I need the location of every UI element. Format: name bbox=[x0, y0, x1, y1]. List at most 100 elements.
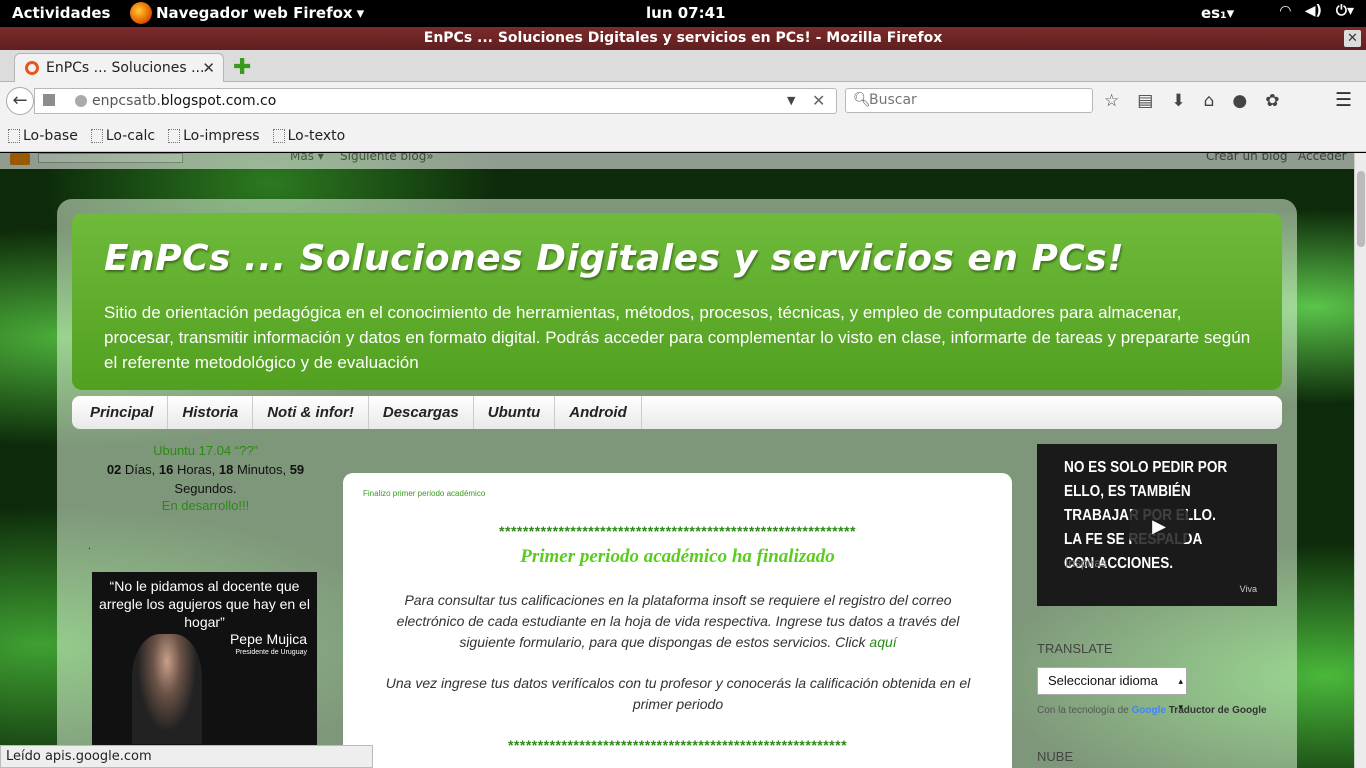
url-text[interactable]: enpcsatb.blogspot.com.co bbox=[92, 93, 276, 109]
window-close-button[interactable]: ✕ bbox=[1344, 30, 1361, 47]
form-link[interactable]: aquí bbox=[869, 634, 896, 650]
google-translate-link[interactable]: Traductor de Google bbox=[1166, 705, 1267, 716]
tab-principal[interactable]: Principal bbox=[72, 396, 169, 429]
blogger-search-input[interactable] bbox=[38, 153, 183, 163]
page-icon bbox=[43, 94, 55, 106]
navigation-toolbar: ← enpcsatb.blogspot.com.co ▼ ✕ 🔍︎ ☆ ▤ ⬇ … bbox=[0, 82, 1366, 120]
blog-tabs: Principal Historia Noti & infor! Descarg… bbox=[72, 396, 1282, 429]
bookmark-star-icon[interactable]: ☆ bbox=[1104, 91, 1119, 111]
bookmark-item[interactable]: Lo-calc bbox=[90, 128, 155, 144]
tab-historia[interactable]: Historia bbox=[168, 396, 254, 429]
blogger-navbar: Más ▾ Siguiente blog» Crear un blog Acce… bbox=[0, 153, 1354, 169]
tab-noti-infor[interactable]: Noti & infor! bbox=[253, 396, 369, 429]
app-menu[interactable]: Navegador web Firefox ▾ bbox=[130, 2, 364, 24]
countdown-minutes-label: Minutos, bbox=[233, 462, 290, 477]
new-tab-button[interactable]: ✚ bbox=[233, 55, 251, 80]
url-prefix: enpcsatb. bbox=[92, 93, 161, 109]
post-body-2: Una vez ingrese tus datos verifícalos co… bbox=[385, 675, 971, 712]
scrollbar-thumb[interactable] bbox=[1357, 171, 1365, 247]
video-embed[interactable]: NO ES SOLO PEDIR POR ELLO, ES TAMBIÉN TR… bbox=[1037, 444, 1277, 606]
tab-ubuntu[interactable]: Ubuntu bbox=[474, 396, 556, 429]
system-tray[interactable]: ◠ ◀) ⏻▾ bbox=[1280, 3, 1354, 19]
chat-icon[interactable]: ● bbox=[1232, 91, 1247, 111]
bookmark-item[interactable]: Lo-texto bbox=[272, 128, 345, 144]
system-top-bar: Actividades Navegador web Firefox ▾ lun … bbox=[0, 0, 1366, 27]
countdown-text: 02 Días, 16 Horas, 18 Minutos, 59 Segund… bbox=[88, 460, 323, 498]
tab-label: EnPCs ... Soluciones ... bbox=[46, 60, 205, 76]
hamburger-menu-icon[interactable]: ☰ bbox=[1335, 89, 1352, 111]
next-blog-link[interactable]: Siguiente blog» bbox=[340, 153, 434, 163]
post-breadcrumb[interactable]: Finalizo primer periodo académico bbox=[363, 489, 485, 498]
quote-role: Presidente de Uruguay bbox=[235, 649, 307, 656]
tab-strip: EnPCs ... Soluciones ... ✕ ✚ bbox=[0, 50, 1366, 82]
countdown-seconds-label: Segundos. bbox=[174, 481, 237, 496]
wifi-icon: ◠ bbox=[1279, 3, 1291, 19]
keyboard-layout[interactable]: es₁▾ bbox=[1201, 4, 1234, 22]
bookmarks-toolbar: Lo-base Lo-calc Lo-impress Lo-texto bbox=[0, 120, 1366, 152]
search-box[interactable]: 🔍︎ bbox=[845, 88, 1093, 113]
bookmark-page-icon bbox=[168, 128, 181, 143]
clear-icon[interactable]: ✕ bbox=[812, 91, 825, 110]
countdown-widget: Ubuntu 17.04 “??” 02 Días, 16 Horas, 18 … bbox=[88, 443, 323, 552]
tab-android[interactable]: Android bbox=[555, 396, 642, 429]
tab-descargas[interactable]: Descargas bbox=[369, 396, 474, 429]
url-history-dropdown-icon[interactable]: ▼ bbox=[787, 94, 795, 107]
sign-in-link[interactable]: Acceder bbox=[1298, 153, 1347, 163]
reading-list-icon[interactable]: ▤ bbox=[1137, 91, 1153, 111]
language-select-value: Seleccionar idioma bbox=[1048, 673, 1158, 688]
quote-text: “No le pidamos al docente que arregle lo… bbox=[99, 578, 310, 630]
play-icon[interactable]: ▶ bbox=[1129, 508, 1189, 544]
bookmark-label: Lo-impress bbox=[183, 127, 260, 144]
countdown-days: 02 bbox=[106, 462, 122, 477]
countdown-hours: 16 bbox=[158, 462, 174, 477]
url-domain: blogspot.com.co bbox=[160, 93, 277, 109]
quote-author: Pepe Mujica bbox=[229, 631, 307, 647]
post-divider: ****************************************… bbox=[499, 523, 856, 539]
cloud-heading: NUBE bbox=[1037, 749, 1074, 764]
extension-icon[interactable]: ✿ bbox=[1265, 91, 1279, 111]
bookmark-page-icon bbox=[272, 128, 285, 143]
window-titlebar: EnPCs ... Soluciones Digitales y servici… bbox=[0, 27, 1366, 50]
bookmark-page-icon bbox=[90, 128, 103, 143]
page-scrollbar[interactable] bbox=[1354, 153, 1366, 768]
video-brand: Inspiras bbox=[1065, 556, 1108, 570]
bookmark-item[interactable]: Lo-base bbox=[8, 128, 78, 144]
page-content: Más ▾ Siguiente blog» Crear un blog Acce… bbox=[0, 153, 1354, 768]
close-tab-icon[interactable]: ✕ bbox=[202, 59, 215, 77]
create-blog-link[interactable]: Crear un blog bbox=[1206, 153, 1287, 163]
translate-heading: TRANSLATE bbox=[1037, 641, 1113, 656]
powered-by-text: Con la tecnología de bbox=[1037, 705, 1132, 716]
search-input[interactable] bbox=[869, 92, 1084, 108]
browser-tab[interactable]: EnPCs ... Soluciones ... ✕ bbox=[14, 53, 224, 82]
home-icon[interactable]: ⌂ bbox=[1204, 91, 1215, 111]
download-icon[interactable]: ⬇ bbox=[1171, 91, 1185, 111]
blogger-more-link[interactable]: Más ▾ bbox=[290, 153, 324, 163]
countdown-hours-label: Horas, bbox=[173, 462, 219, 477]
clock[interactable]: lun 07:41 bbox=[646, 4, 725, 22]
activities-button[interactable]: Actividades bbox=[12, 4, 110, 22]
powered-by-google: Con la tecnología de Google Traductor de… bbox=[1037, 705, 1267, 716]
firefox-icon bbox=[130, 2, 152, 24]
post-body: Para consultar tus calificaciones en la … bbox=[373, 590, 983, 653]
video-logo: Viva bbox=[1239, 584, 1257, 594]
ubuntu-release-label: Ubuntu 17.04 “??” bbox=[153, 443, 258, 458]
chevron-down-icon: ▾ bbox=[356, 4, 365, 22]
blog-header: EnPCs ... Soluciones Digitales y servici… bbox=[72, 213, 1282, 390]
quote-image[interactable]: “No le pidamos al docente que arregle lo… bbox=[92, 572, 317, 747]
bookmark-label: Lo-base bbox=[23, 127, 78, 144]
language-select[interactable]: Seleccionar idioma ▴ ▾ bbox=[1037, 667, 1187, 712]
google-logo: Google bbox=[1131, 705, 1166, 716]
blogger-logo-icon[interactable] bbox=[10, 153, 30, 165]
countdown-minutes: 18 bbox=[218, 462, 234, 477]
bookmark-item[interactable]: Lo-impress bbox=[168, 128, 260, 144]
status-bar: Leído apis.google.com bbox=[0, 745, 373, 768]
separator-dot: . bbox=[88, 541, 91, 552]
blog-post: Finalizo primer periodo académico ******… bbox=[343, 473, 1012, 768]
power-icon: ⏻▾ bbox=[1335, 3, 1354, 19]
countdown-days-label: Días, bbox=[121, 462, 159, 477]
globe-icon bbox=[75, 95, 87, 107]
back-button[interactable]: ← bbox=[6, 87, 34, 115]
blog-title[interactable]: EnPCs ... Soluciones Digitales y servici… bbox=[104, 238, 1124, 279]
url-bar[interactable]: enpcsatb.blogspot.com.co ▼ ✕ bbox=[34, 88, 837, 114]
portrait-image bbox=[132, 634, 202, 744]
